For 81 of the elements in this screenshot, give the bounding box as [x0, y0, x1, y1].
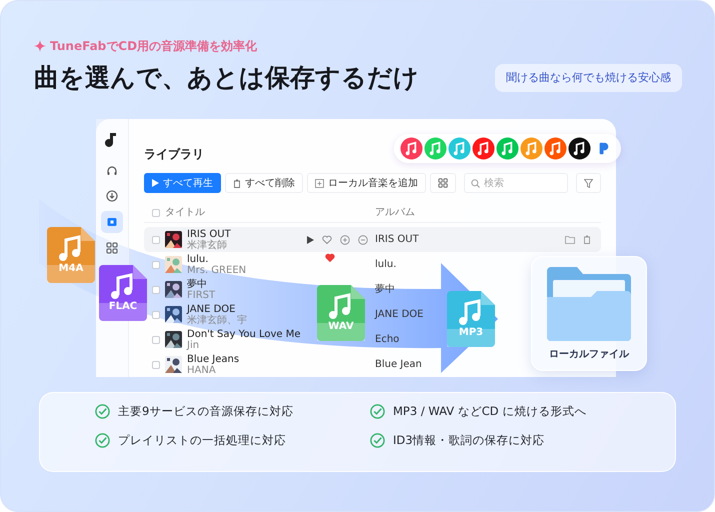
- service-logo-icon: [472, 137, 495, 160]
- album-name: lulu.: [375, 258, 396, 272]
- service-logo-icon: [520, 137, 543, 160]
- tagline: TuneFabでCD用の音源準備を効率化: [50, 38, 258, 55]
- track-artist: HANA: [187, 364, 217, 376]
- check-icon: [370, 404, 385, 420]
- service-logo-icon: [400, 137, 423, 160]
- track-title: Don't Say You Love Me: [187, 328, 302, 340]
- sparkle-icon: [34, 40, 46, 52]
- app-logo-icon: [105, 133, 119, 147]
- checkbox[interactable]: [152, 236, 160, 244]
- track-title: 夢中: [187, 278, 208, 290]
- column-header: タイトル: [165, 206, 206, 220]
- trash-icon: [233, 178, 241, 188]
- headline: 曲を選んで、あとは保存するだけ: [34, 63, 419, 93]
- check-icon: [95, 404, 110, 420]
- service-logo-icon: [448, 137, 471, 160]
- track-artist: 米津玄師: [187, 240, 228, 250]
- file-type-label: WAV: [327, 320, 355, 334]
- service-logo-icon: [544, 137, 567, 160]
- folder-label: ローカルファイル: [549, 348, 629, 362]
- heart-icon[interactable]: [325, 252, 335, 262]
- feature-text: ID3情報・歌詞の保存に対応: [393, 432, 545, 450]
- file-type-label: FLAC: [108, 300, 138, 314]
- track-artist: Jin: [187, 340, 200, 350]
- album-name: 夢中: [375, 282, 395, 297]
- checkbox[interactable]: [152, 360, 160, 368]
- track-title: JANE DOE: [187, 304, 236, 314]
- track-artist: FIRST: [187, 290, 216, 300]
- delete-all-button[interactable]: すべて削除: [225, 173, 303, 193]
- track-title: Blue Jeans: [187, 354, 240, 364]
- album-name: JANE DOE: [375, 308, 424, 322]
- album-name: Blue Jean: [375, 358, 422, 372]
- track-artist: 米津玄師、宇: [187, 314, 248, 326]
- grid-icon: [106, 242, 118, 254]
- feature-text: プレイリストの一括処理に対応: [118, 432, 286, 450]
- library-title: ライブラリ: [144, 147, 204, 161]
- track-title: IRIS OUT: [187, 228, 232, 240]
- track-title: lulu.: [187, 254, 210, 264]
- checkbox[interactable]: [152, 208, 160, 216]
- play-all-button[interactable]: すべて再生: [144, 173, 221, 193]
- album-name: IRIS OUT: [375, 233, 419, 247]
- headphones-icon: [106, 164, 118, 176]
- feature-badge: 聞ける曲なら何でも焼ける安心感: [495, 64, 682, 92]
- plus-icon[interactable]: [340, 234, 350, 244]
- filter-icon: [584, 178, 593, 188]
- heart-icon[interactable]: [322, 234, 332, 244]
- sidebar-button[interactable]: [101, 211, 123, 233]
- filter-button[interactable]: [576, 173, 601, 193]
- plus-icon: [315, 178, 324, 188]
- grid-view-button[interactable]: [430, 173, 456, 193]
- track-row[interactable]: IRIS OUT 米津玄師 IRIS OUT: [144, 227, 601, 252]
- grid-icon: [438, 178, 448, 188]
- music-file-icon: [447, 291, 495, 347]
- music-file-icon: [317, 285, 365, 341]
- check-icon: [95, 433, 110, 448]
- play-icon: [152, 179, 159, 187]
- minus-icon[interactable]: [358, 234, 368, 244]
- feature-text: MP3 / WAV などCD に焼ける形式へ: [393, 403, 586, 420]
- add-local-button[interactable]: ローカル音楽を追加: [307, 173, 426, 193]
- search-field[interactable]: 検索: [464, 173, 568, 193]
- folder-icon[interactable]: [565, 235, 575, 244]
- service-logo-icon: [568, 137, 591, 160]
- music-file-icon: [47, 227, 95, 283]
- file-type-label: M4A: [58, 262, 84, 276]
- check-icon: [370, 433, 385, 448]
- search-icon: [471, 178, 480, 188]
- file-type-label: MP3: [458, 326, 484, 340]
- track-artist: Mrs. GREEN: [187, 264, 248, 276]
- music-file-icon: [99, 265, 147, 321]
- search-input[interactable]: 検索: [484, 176, 554, 190]
- feature-text: 主要9サービスの音源保存に対応: [118, 403, 294, 420]
- trash-icon[interactable]: [583, 235, 591, 244]
- download-icon: [106, 190, 118, 202]
- column-header: アルバム: [375, 206, 415, 220]
- play-icon[interactable]: [307, 236, 314, 244]
- checkbox[interactable]: [152, 336, 160, 344]
- album-name: Echo: [375, 333, 400, 347]
- service-logo-icon: [496, 137, 519, 160]
- service-logo-icon: [424, 137, 447, 160]
- folder-icon: [547, 267, 631, 341]
